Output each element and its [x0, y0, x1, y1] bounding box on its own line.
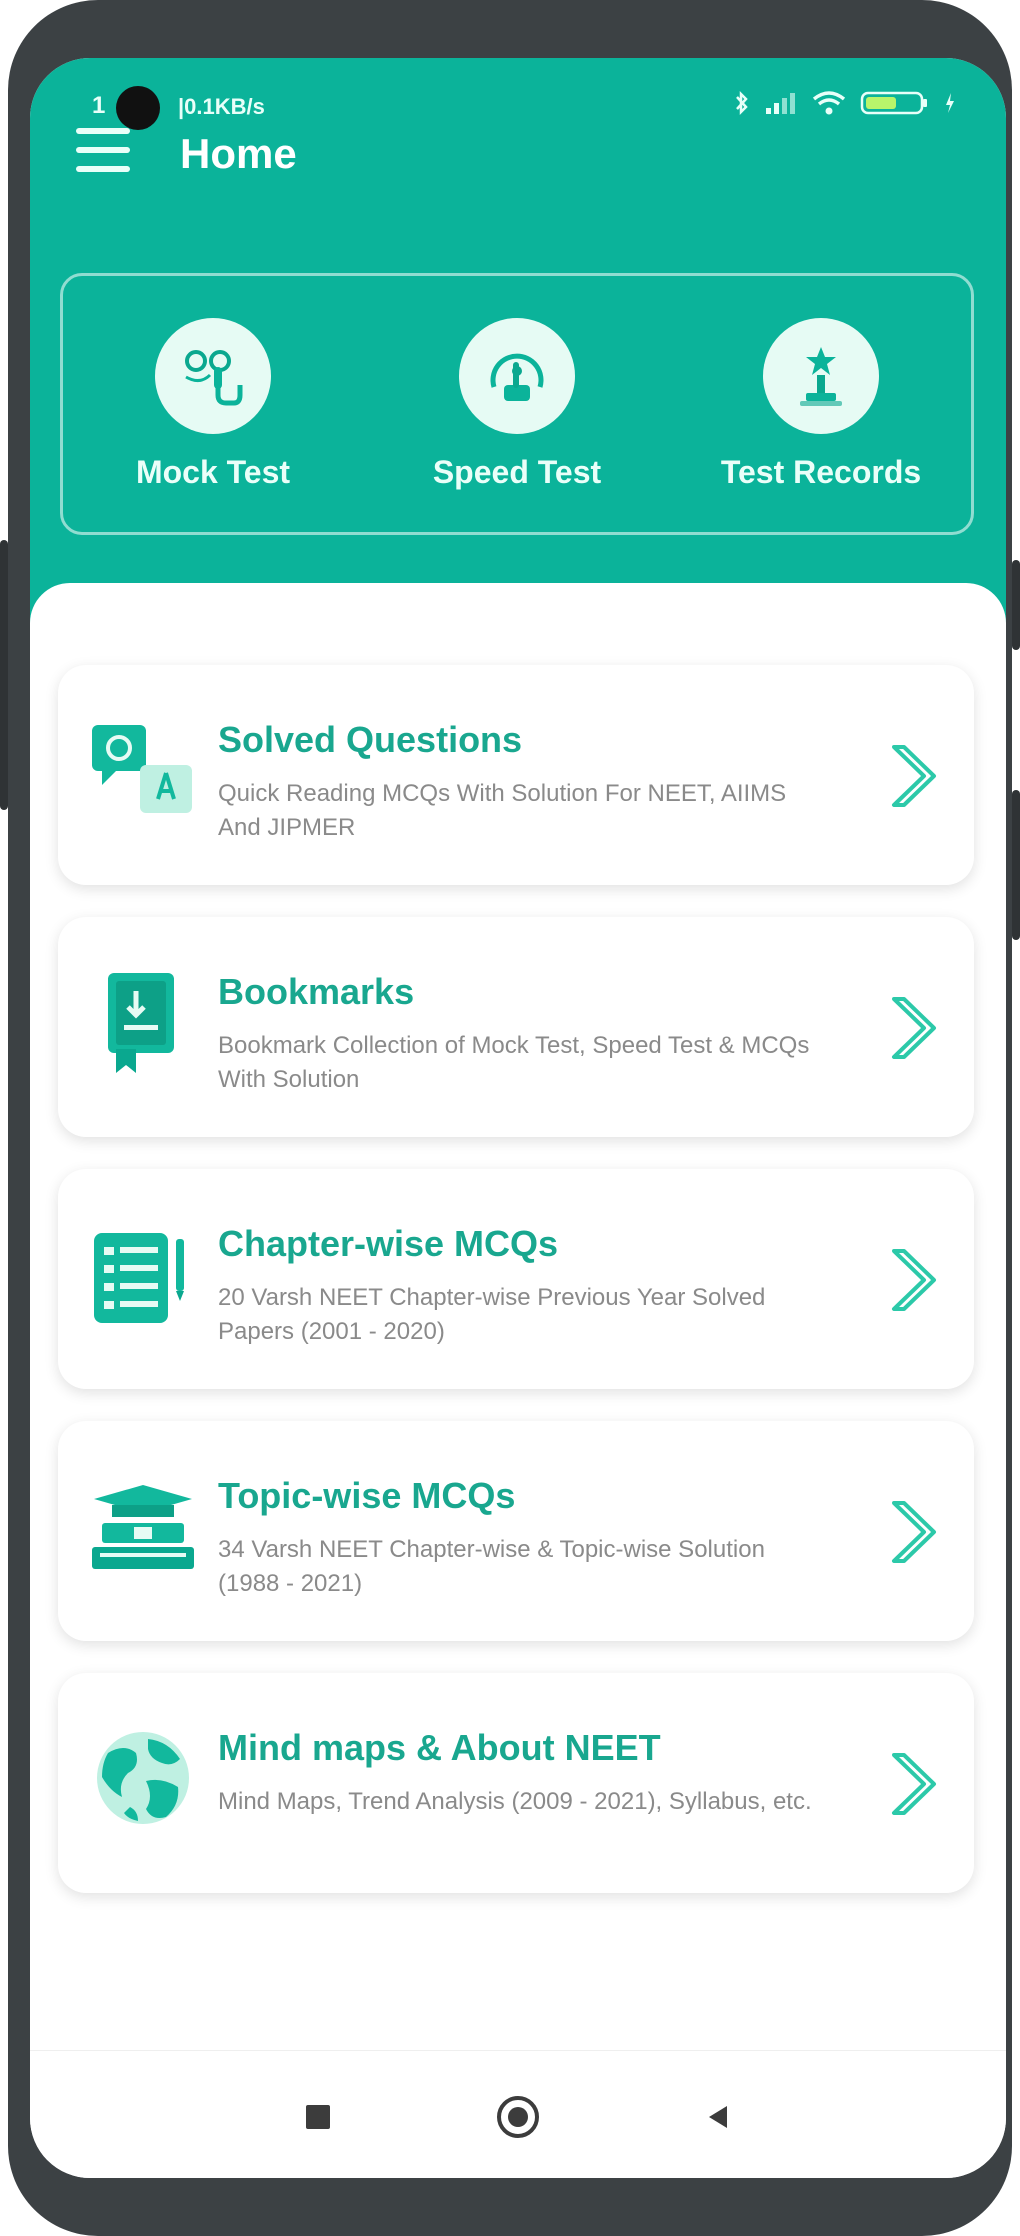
card-description: Quick Reading MCQs With Solution For NEE…: [218, 780, 787, 841]
card-description: 34 Varsh NEET Chapter-wise & Topic-wise …: [218, 1536, 765, 1597]
card-title: Bookmarks: [218, 971, 415, 1012]
mock-test-label: Mock Test: [135, 454, 291, 490]
chevron-right-icon: [892, 1249, 936, 1311]
card-description: 20 Varsh NEET Chapter-wise Previous Year…: [218, 1284, 766, 1345]
mock-test-button[interactable]: Mock Test: [63, 276, 363, 532]
back-button[interactable]: [688, 2087, 748, 2147]
phone-frame: 1 |0.1KB/s Home Mock Test Speed Test Tes…: [0, 0, 1020, 2236]
content-area: Solved Questions Quick Reading MCQs With…: [30, 583, 1006, 2103]
front-camera: [116, 86, 160, 130]
phone-side-button: [1012, 560, 1020, 650]
mock-test-icon: [155, 318, 271, 434]
solved-questions-icon: [92, 725, 192, 813]
quick-actions-panel: Mock Test Speed Test Test Records: [60, 273, 974, 535]
phone-side-button: [0, 540, 8, 810]
globe-icon: [97, 1732, 189, 1824]
home-button[interactable]: [488, 2087, 548, 2147]
recents-button[interactable]: [288, 2087, 348, 2147]
test-records-icon: [763, 318, 879, 434]
wifi-icon: [812, 91, 846, 115]
speed-test-label: Speed Test: [432, 454, 602, 490]
network-speed: |0.1KB/s: [178, 94, 265, 119]
app-bar: Home: [30, 128, 1006, 268]
card-description: Mind Maps, Trend Analysis (2009 - 2021),…: [218, 1788, 812, 1815]
chapter-list-icon: [94, 1233, 184, 1323]
battery-icon: [860, 91, 927, 115]
system-nav-bar: [30, 2050, 1006, 2178]
chevron-right-icon: [892, 997, 936, 1059]
test-records-button[interactable]: Test Records: [671, 276, 971, 532]
card-title: Solved Questions: [218, 719, 523, 760]
graduation-books-icon: [92, 1485, 194, 1569]
home-circle-icon: [497, 2096, 539, 2138]
status-bar: 1 |0.1KB/s: [30, 58, 1006, 168]
hamburger-menu-icon[interactable]: [76, 128, 130, 172]
card-title: Topic-wise MCQs: [218, 1475, 516, 1516]
screen: 1 |0.1KB/s Home Mock Test Speed Test Tes…: [30, 58, 1006, 2178]
topic-wise-mcqs-card[interactable]: Topic-wise MCQs 34 Varsh NEET Chapter-wi…: [58, 1421, 974, 1641]
status-time: 1: [92, 92, 106, 119]
bluetooth-icon: [736, 90, 748, 116]
card-description: Bookmark Collection of Mock Test, Speed …: [218, 1032, 810, 1093]
card-title: Mind maps & About NEET: [218, 1727, 661, 1768]
speed-test-icon: [459, 318, 575, 434]
page-title: Home: [180, 130, 297, 177]
chevron-right-icon: [892, 1501, 936, 1563]
charging-icon: [946, 93, 954, 113]
recents-square-icon: [306, 2105, 330, 2129]
chapter-wise-mcqs-card[interactable]: Chapter-wise MCQs 20 Varsh NEET Chapter-…: [58, 1169, 974, 1389]
bookmarks-card[interactable]: Bookmarks Bookmark Collection of Mock Te…: [58, 917, 974, 1137]
card-title: Chapter-wise MCQs: [218, 1223, 559, 1264]
test-records-label: Test Records: [720, 454, 922, 490]
chevron-right-icon: [892, 1753, 936, 1815]
signal-icon: [766, 93, 795, 114]
solved-questions-card[interactable]: Solved Questions Quick Reading MCQs With…: [58, 665, 974, 885]
mind-maps-card[interactable]: Mind maps & About NEET Mind Maps, Trend …: [58, 1673, 974, 1893]
back-triangle-icon: [709, 2106, 727, 2128]
speed-test-button[interactable]: Speed Test: [367, 276, 667, 532]
chevron-right-icon: [892, 745, 936, 807]
phone-side-button: [1012, 790, 1020, 940]
bookmark-icon: [108, 973, 174, 1073]
status-icons: [734, 90, 956, 116]
